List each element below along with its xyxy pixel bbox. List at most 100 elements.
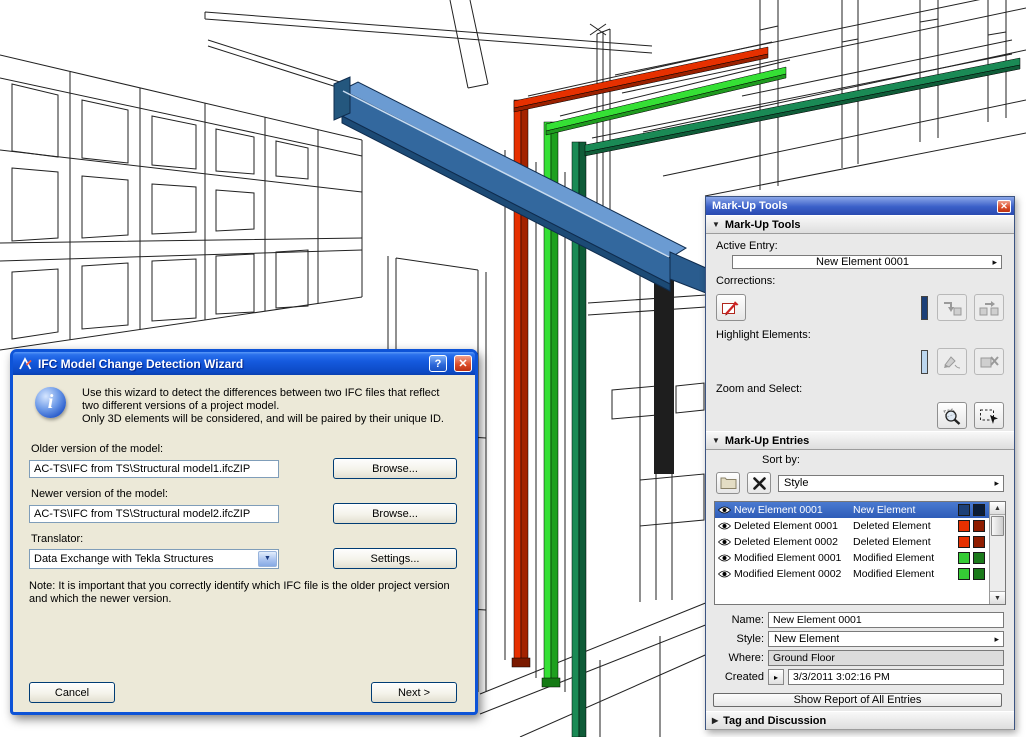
entry-style: Modified Element [853,552,935,564]
next-button[interactable]: Next > [371,682,457,703]
scroll-down-icon[interactable]: ▼ [990,591,1005,604]
browse-older-button[interactable]: Browse... [333,458,457,479]
intro-line-1: Use this wizard to detect the difference… [82,387,440,412]
section-markup-tools[interactable]: ▼ Mark-Up Tools [706,215,1014,234]
collapse-triangle-icon: ▼ [712,220,720,229]
sort-by-select[interactable]: Style ▸ [778,474,1004,492]
wizard-titlebar[interactable]: IFC Model Change Detection Wizard ? ✕ [13,352,475,375]
visibility-eye-icon[interactable] [717,505,731,515]
entry-name-field[interactable]: New Element 0001 [768,612,1004,628]
palette-titlebar[interactable]: Mark-Up Tools ✕ [706,197,1014,215]
list-scrollbar[interactable]: ▲ ▼ [989,502,1005,604]
entry-style: Modified Element [853,568,935,580]
delete-entry-button[interactable] [747,472,771,494]
help-button[interactable]: ? [429,355,447,372]
app-window: IFC Model Change Detection Wizard ? ✕ i … [0,0,1026,737]
entry-style-value: New Element [774,633,840,645]
entry-color-swatch [958,552,970,564]
translator-row: Data Exchange with Tekla Structures ▼ Se… [29,548,457,569]
section-markup-entries-title: Mark-Up Entries [724,434,810,447]
info-icon: i [35,387,66,418]
entry-style-select[interactable]: New Element ▸ [768,631,1004,647]
translator-label: Translator: [31,533,84,545]
wizard-intro: i Use this wizard to detect the differen… [35,387,457,426]
highlight-toolrow [716,348,1004,375]
add-correction-button[interactable] [937,294,967,321]
wizard-note: Note: It is important that you correctly… [29,580,450,605]
zoom-select-toolrow [716,402,1004,429]
entry-color-swatch [973,520,985,532]
settings-button[interactable]: Settings... [333,548,457,569]
close-button[interactable]: ✕ [454,355,472,372]
correction-color-bar [921,295,928,320]
magnifier-icon [943,407,961,425]
show-report-button[interactable]: Show Report of All Entries [713,693,1002,707]
entry-color-swatch [973,552,985,564]
style-row: Style: New Element ▸ [706,631,1004,647]
name-label: Name: [731,614,764,626]
scroll-thumb[interactable] [991,516,1004,536]
browse-newer-button[interactable]: Browse... [333,503,457,524]
wizard-title: IFC Model Change Detection Wizard [38,356,244,371]
entry-color-swatch [958,568,970,580]
entry-row[interactable]: Deleted Element 0001 Deleted Element [715,518,990,534]
entry-color-swatch [958,520,970,532]
created-row: Created ▸ 3/3/2011 3:02:16 PM [706,669,1004,685]
wizard-footer: Cancel Next > [29,682,457,703]
entry-row[interactable]: Modified Element 0002 Modified Element [715,566,990,582]
where-row: Where: Ground Floor [706,650,1004,666]
visibility-eye-icon[interactable] [717,537,731,547]
older-version-row: AC-TS\IFC from TS\Structural model1.ifcZ… [29,458,457,479]
translator-select[interactable]: Data Exchange with Tekla Structures ▼ [29,548,279,569]
entry-row[interactable]: Deleted Element 0002 Deleted Element [715,534,990,550]
highlight-color-bar [921,349,928,374]
where-label: Where: [728,652,764,664]
section-markup-entries[interactable]: ▼ Mark-Up Entries [706,431,1014,450]
entry-row[interactable]: Modified Element 0001 Modified Element [715,550,990,566]
dropdown-arrow-icon[interactable]: ▼ [258,550,277,567]
visibility-eye-icon[interactable] [717,553,731,563]
sort-by-value: Style [784,477,809,489]
new-folder-button[interactable] [716,472,740,494]
palette-close-button[interactable]: ✕ [997,199,1011,213]
entry-name: Modified Element 0002 [734,568,842,580]
wizard-description: Use this wizard to detect the difference… [82,387,454,426]
visibility-eye-icon[interactable] [717,569,731,579]
marquee-select-icon [980,409,998,424]
add-to-element-icon [944,301,962,315]
collapse-triangle-icon: ▼ [712,436,720,445]
visibility-eye-icon[interactable] [717,521,731,531]
active-entry-value: New Element 0001 [816,256,909,268]
created-label: Created [724,671,764,683]
section-tag-discussion[interactable]: ▶ Tag and Discussion [706,711,1014,730]
highlighter-icon [944,355,961,368]
entry-created-field: 3/3/2011 3:02:16 PM [788,669,1004,685]
created-expand-button[interactable]: ▸ [768,669,784,685]
entries-list: New Element 0001 New Element Deleted Ele… [714,501,1006,605]
entry-color-swatch [958,504,970,516]
active-entry-select[interactable]: New Element 0001 ▸ [732,255,1002,269]
cancel-button[interactable]: Cancel [29,682,115,703]
remove-correction-button[interactable] [974,294,1004,321]
newer-version-label: Newer version of the model: [31,488,168,500]
select-elements-button[interactable] [974,402,1004,429]
zoom-to-elements-button[interactable] [937,402,967,429]
remove-highlight-button[interactable] [974,348,1004,375]
entry-row[interactable]: New Element 0001 New Element [715,502,990,518]
older-model-path-field[interactable]: AC-TS\IFC from TS\Structural model1.ifcZ… [29,459,279,478]
entry-color-swatch [973,504,985,516]
section-tag-discussion-title: Tag and Discussion [723,714,827,727]
scroll-up-icon[interactable]: ▲ [990,502,1005,515]
correction-pencil-icon [722,300,739,315]
folder-icon [720,477,736,489]
entry-name: Deleted Element 0002 [734,536,838,548]
palette-title: Mark-Up Tools [712,200,788,212]
newer-model-path-field[interactable]: AC-TS\IFC from TS\Structural model2.ifcZ… [29,504,279,523]
add-highlight-button[interactable] [937,348,967,375]
expand-triangle-icon: ▶ [712,716,719,725]
remove-highlight-icon [980,355,999,367]
correction-tool-button[interactable] [716,294,746,321]
entry-style: Deleted Element [853,520,931,532]
newer-version-row: AC-TS\IFC from TS\Structural model2.ifcZ… [29,503,457,524]
entry-where-field: Ground Floor [768,650,1004,666]
